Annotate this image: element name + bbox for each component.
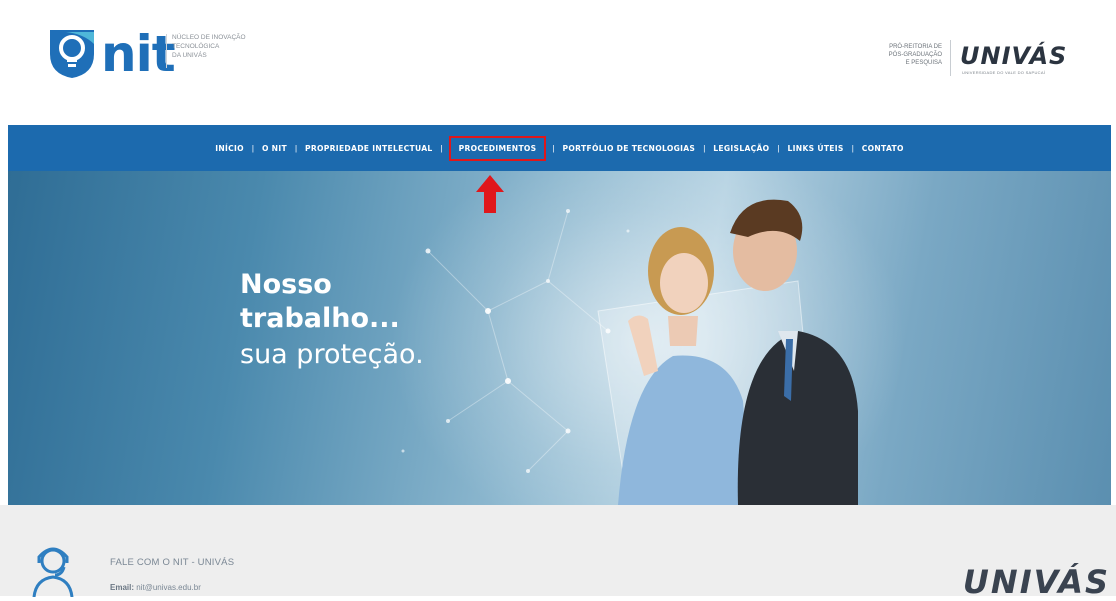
nav-separator: | [251, 143, 254, 153]
brand-divider [950, 40, 951, 76]
univas-subtitle: Universidade do Vale do Sapucaí [962, 70, 1046, 75]
univas-brand[interactable]: Pró-Reitoria de Pós-Graduação e Pesquisa… [852, 40, 1092, 80]
email-label: Email: [110, 583, 135, 592]
nav-separator: | [703, 143, 706, 153]
hero-title-line2: trabalho... [240, 303, 400, 334]
logo-wordmark: nit [101, 25, 176, 83]
network-lines [427, 210, 609, 472]
email-link[interactable]: nit@univas.edu.br [136, 583, 201, 592]
main-nav: Início | O NIT | Propriedade Intelectual… [8, 125, 1111, 171]
lightbulb-logo-icon [50, 30, 94, 78]
site-header: nit Núcleo de Inovação Tecnológica da Un… [0, 0, 1116, 122]
nav-item-propriedade-intelectual[interactable]: Propriedade Intelectual [303, 144, 434, 153]
nav-item-contato[interactable]: Contato [860, 144, 906, 153]
hero-subtitle: sua proteção. [240, 339, 424, 370]
site-footer: Fale com o NIT - Univás Email: nit@univa… [0, 505, 1116, 601]
nit-logo[interactable]: nit Núcleo de Inovação Tecnológica da Un… [44, 24, 284, 84]
nav-separator: | [777, 143, 780, 153]
hero-illustration [401, 199, 858, 505]
network-dots [401, 209, 630, 473]
hero-title-line1: Nosso [240, 269, 332, 300]
nav-item-links-uteis[interactable]: Links Úteis [786, 144, 846, 153]
logo-divider [166, 34, 167, 68]
nav-list: Início | O NIT | Propriedade Intelectual… [8, 125, 1111, 171]
nav-separator: | [294, 143, 298, 153]
logo-tagline: Núcleo de Inovação Tecnológica da Univás [172, 34, 246, 59]
nav-item-inicio[interactable]: Início [213, 144, 246, 153]
univas-logo-header: UNIVÁS [960, 42, 1068, 70]
nav-item-portfolio-de-tecnologias[interactable]: Portfólio de Tecnologias [561, 144, 698, 153]
headset-support-icon [32, 547, 74, 597]
univas-logo-footer[interactable]: UNIVÁS [963, 563, 1110, 601]
hero-banner[interactable]: Nosso trabalho... sua proteção. [8, 171, 1111, 505]
nav-separator: | [440, 143, 443, 153]
footer-heading: Fale com o NIT - Univás [110, 557, 235, 568]
pro-reitoria-text: Pró-Reitoria de Pós-Graduação e Pesquisa [888, 44, 942, 66]
red-arrow-annotation-icon [476, 175, 504, 213]
nav-separator: | [851, 143, 854, 153]
nav-item-o-nit[interactable]: O NIT [260, 144, 289, 153]
footer-email: Email: nit@univas.edu.br [110, 583, 201, 592]
nav-item-procedimentos[interactable]: Procedimentos [448, 135, 547, 161]
nav-item-legislacao[interactable]: Legislação [711, 144, 771, 153]
nav-separator: | [552, 143, 555, 153]
